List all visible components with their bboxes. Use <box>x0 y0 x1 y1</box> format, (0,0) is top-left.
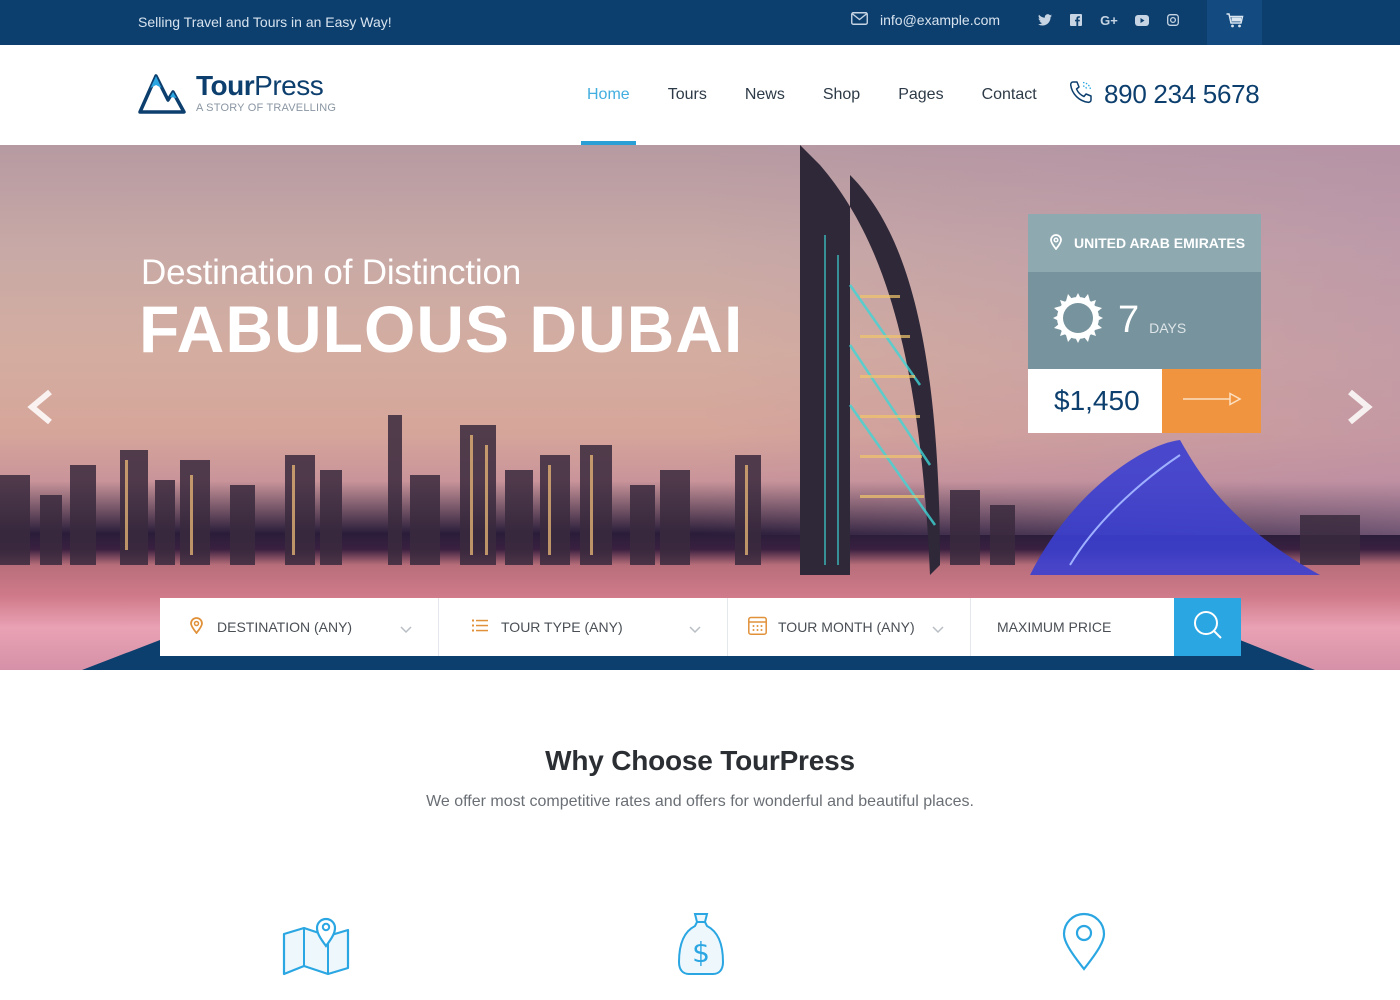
calendar-icon <box>748 616 767 638</box>
phone-icon <box>1068 79 1094 110</box>
location-pin-icon <box>1050 233 1062 253</box>
nav-item-tours[interactable]: Tours <box>649 45 726 145</box>
logo-name: TourPress <box>196 72 336 100</box>
contact-email[interactable]: info@example.com <box>851 12 1000 28</box>
maximum-price-placeholder: MAXIMUM PRICE <box>997 619 1112 635</box>
nav-item-news[interactable]: News <box>726 45 804 145</box>
tour-search-form: DESTINATION (ANY) TOUR TYPE (ANY) TOUR M… <box>160 598 1241 656</box>
tour-month-select[interactable]: TOUR MONTH (ANY) <box>728 598 971 656</box>
email-text: info@example.com <box>880 12 1001 28</box>
location-pin-icon <box>190 617 203 637</box>
tour-type-select[interactable]: TOUR TYPE (ANY) <box>439 598 728 656</box>
search-button[interactable] <box>1174 598 1241 656</box>
phone-contact[interactable]: 890 234 5678 <box>1068 79 1260 110</box>
destination-value: DESTINATION (ANY) <box>217 619 353 635</box>
mountain-logo-icon <box>138 72 186 119</box>
slider-next-button[interactable] <box>1340 387 1380 427</box>
tour-details-button[interactable] <box>1162 369 1261 433</box>
top-bar: Selling Travel and Tours in an Easy Way!… <box>0 0 1400 45</box>
logo-name-light: Press <box>254 70 324 101</box>
destination-select[interactable]: DESTINATION (ANY) <box>160 598 439 656</box>
tour-location-label: UNITED ARAB EMIRATES <box>1074 235 1246 251</box>
facebook-icon[interactable] <box>1069 13 1083 27</box>
feature-money: $ <box>677 912 725 981</box>
map-icon <box>282 917 350 980</box>
nav-item-contact[interactable]: Contact <box>963 45 1056 145</box>
instagram-icon[interactable] <box>1166 13 1180 27</box>
duration-unit: DAYS <box>1149 319 1187 336</box>
search-icon <box>1193 610 1223 645</box>
phone-number: 890 234 5678 <box>1104 79 1260 109</box>
logo-name-bold: Tour <box>196 70 255 101</box>
money-bag-icon: $ <box>677 913 725 980</box>
main-header: TourPress A STORY OF TRAVELLING Home Tou… <box>0 45 1400 145</box>
tour-card: UNITED ARAB EMIRATES 7 DAYS $1,450 <box>1028 214 1261 433</box>
tour-price: $1,450 <box>1028 369 1162 433</box>
feature-location <box>1061 912 1107 977</box>
location-pin-icon <box>1061 912 1107 976</box>
tour-month-value: TOUR MONTH (ANY) <box>778 619 915 635</box>
svg-text:$: $ <box>692 936 710 969</box>
twitter-icon[interactable] <box>1038 13 1052 27</box>
hero-slider: Destination of Distinction FABULOUS DUBA… <box>0 145 1400 670</box>
tagline: Selling Travel and Tours in an Easy Way! <box>138 14 392 30</box>
chevron-down-icon <box>932 621 944 637</box>
feature-map <box>282 912 350 981</box>
tour-location: UNITED ARAB EMIRATES <box>1028 214 1261 272</box>
cart-button[interactable] <box>1207 0 1262 45</box>
tour-type-value: TOUR TYPE (ANY) <box>501 619 623 635</box>
chevron-right-icon <box>1348 389 1373 425</box>
chevron-down-icon <box>689 621 701 637</box>
chevron-down-icon <box>400 621 412 637</box>
nav-item-home[interactable]: Home <box>568 45 649 145</box>
logo-slogan: A STORY OF TRAVELLING <box>196 102 337 114</box>
sun-icon <box>1052 292 1104 349</box>
tour-duration: 7 DAYS <box>1028 272 1261 369</box>
cart-icon <box>1226 12 1244 33</box>
maximum-price-input[interactable]: MAXIMUM PRICE <box>971 598 1174 656</box>
hero-title: FABULOUS DUBAI <box>139 292 744 366</box>
section-subtitle: We offer most competitive rates and offe… <box>426 793 974 810</box>
arrow-right-icon <box>1182 391 1242 411</box>
chevron-left-icon <box>27 389 52 425</box>
section-title: Why Choose TourPress <box>545 745 855 776</box>
hero-subtitle: Destination of Distinction <box>141 253 521 292</box>
google-plus-icon[interactable]: G+ <box>1100 13 1118 28</box>
main-nav: Home Tours News Shop Pages Contact <box>568 45 1056 145</box>
list-icon <box>472 619 488 635</box>
why-choose-section: Why Choose TourPress We offer most compe… <box>0 745 1400 811</box>
youtube-icon[interactable] <box>1135 13 1149 27</box>
burj-al-arab-image <box>800 145 940 575</box>
social-links: G+ <box>1038 13 1180 28</box>
tour-buy-row: $1,450 <box>1028 369 1261 433</box>
logo[interactable]: TourPress A STORY OF TRAVELLING <box>138 72 336 119</box>
envelope-icon <box>851 12 868 28</box>
nav-item-pages[interactable]: Pages <box>879 45 962 145</box>
nav-item-shop[interactable]: Shop <box>804 45 879 145</box>
duration-value: 7 <box>1118 299 1140 341</box>
slider-prev-button[interactable] <box>20 387 60 427</box>
jumeirah-hotel-image <box>1030 440 1320 575</box>
